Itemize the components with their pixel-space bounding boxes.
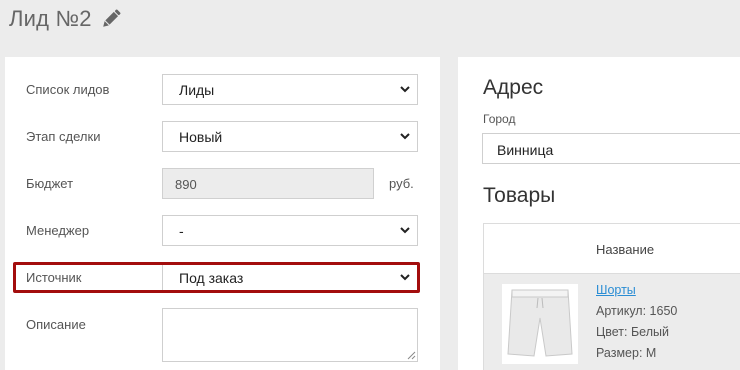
budget-label: Бюджет — [26, 176, 74, 191]
products-table: Название Шорты Артикул: 1650 Цвет: Белый… — [483, 223, 740, 370]
description-label: Описание — [26, 317, 86, 332]
lead-list-value: Лиды — [179, 82, 215, 98]
city-label: Город — [483, 112, 516, 126]
table-header: Название — [484, 224, 740, 274]
city-input[interactable]: Винница — [482, 133, 740, 164]
chevron-down-icon — [400, 133, 410, 140]
products-title: Товары — [483, 184, 556, 207]
manager-select[interactable]: - — [162, 215, 418, 246]
product-sku: Артикул: 1650 — [596, 304, 678, 318]
product-image — [502, 284, 578, 364]
budget-value: 890 — [175, 177, 197, 192]
deal-stage-label: Этап сделки — [26, 129, 101, 144]
source-value: Под заказ — [179, 270, 244, 286]
resize-grip-icon[interactable] — [407, 351, 416, 360]
pencil-icon[interactable] — [100, 8, 122, 30]
lead-list-select[interactable]: Лиды — [162, 74, 418, 105]
product-color: Цвет: Белый — [596, 325, 669, 339]
product-info: Шорты Артикул: 1650 Цвет: Белый Размер: … — [596, 282, 677, 366]
deal-stage-row: Этап сделки Новый — [5, 121, 440, 153]
column-header-name: Название — [596, 242, 655, 257]
chevron-down-icon — [400, 227, 410, 234]
deal-stage-select[interactable]: Новый — [162, 121, 418, 152]
source-row: Источник Под заказ — [5, 262, 440, 294]
address-title: Адрес — [483, 76, 544, 99]
deal-stage-value: Новый — [179, 129, 223, 145]
budget-row: Бюджет 890 руб. — [5, 168, 440, 200]
manager-label: Менеджер — [26, 223, 90, 238]
product-name-link[interactable]: Шорты — [596, 283, 636, 297]
lead-form-panel: Список лидов Лиды Этап сделки Новый Бюдж… — [5, 57, 440, 370]
description-textarea[interactable] — [162, 308, 418, 362]
manager-row: Менеджер - — [5, 215, 440, 247]
budget-field: 890 — [162, 168, 374, 199]
table-row: Шорты Артикул: 1650 Цвет: Белый Размер: … — [484, 274, 740, 370]
manager-value: - — [179, 223, 184, 239]
source-label: Источник — [26, 270, 82, 285]
currency-label: руб. — [389, 176, 414, 191]
source-select[interactable]: Под заказ — [162, 262, 418, 293]
chevron-down-icon — [400, 274, 410, 281]
lead-list-label: Список лидов — [26, 82, 110, 97]
chevron-down-icon — [400, 86, 410, 93]
page-title: Лид №2 — [9, 6, 122, 32]
lead-title: Лид №2 — [9, 6, 92, 31]
lead-list-row: Список лидов Лиды — [5, 74, 440, 106]
product-size: Размер: M — [596, 346, 657, 360]
city-value: Винница — [497, 142, 554, 158]
details-panel: Адрес Город Винница Товары Название Шорт… — [458, 57, 740, 370]
